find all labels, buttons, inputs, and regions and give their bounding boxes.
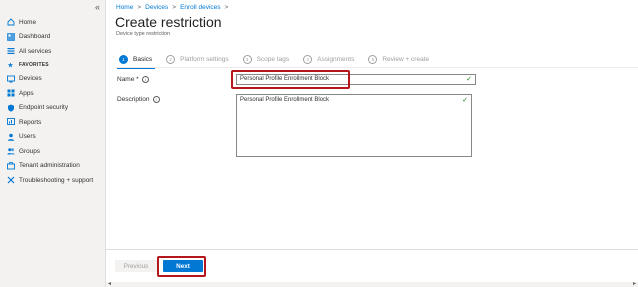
step-number: 4: [303, 55, 313, 64]
devices-icon: [6, 74, 15, 83]
sidebar-item-users[interactable]: Users: [0, 130, 105, 145]
main-content: Home > Devices > Enroll devices > Create rest…: [106, 0, 638, 287]
description-label-text: Description: [117, 96, 150, 104]
sidebar-item-all-services[interactable]: All services: [0, 44, 105, 59]
reports-icon: [6, 118, 15, 127]
tab-scope-tags[interactable]: 3 Scope tags: [242, 55, 290, 64]
horizontal-scrollbar[interactable]: ◂ ▸: [106, 280, 638, 287]
troubleshooting-icon: [6, 176, 15, 185]
tab-assignments[interactable]: 4 Assignments: [303, 55, 354, 64]
breadcrumb-devices[interactable]: Devices: [145, 4, 168, 11]
info-icon[interactable]: i: [141, 76, 149, 83]
breadcrumb-separator-icon: >: [224, 4, 229, 11]
page-subtitle: Device type restriction: [116, 31, 171, 37]
sidebar-item-label: Troubleshooting + support: [19, 176, 94, 184]
sidebar-item-endpoint-security[interactable]: Endpoint security: [0, 101, 105, 116]
previous-button[interactable]: Previous: [115, 260, 157, 272]
step-label: Assignments: [317, 56, 355, 63]
name-label-text: Name *: [117, 76, 139, 84]
checkmark-icon: ✓: [466, 76, 472, 83]
step-number: 3: [242, 55, 252, 64]
checkmark-icon: ✓: [462, 97, 468, 104]
all-services-icon: [6, 47, 15, 56]
sidebar-item-label: Devices: [19, 75, 42, 83]
sidebar: « Home Dashboard All services ★ FAVORITE…: [0, 0, 106, 287]
sidebar-section-favorites: ★ FAVORITES: [0, 59, 105, 72]
tab-basics[interactable]: 1 Basics: [116, 55, 156, 69]
sidebar-item-label: All services: [19, 47, 52, 55]
step-number: 5: [368, 55, 378, 64]
users-icon: [6, 132, 15, 141]
tab-review-create[interactable]: 5 Review + create: [368, 55, 429, 64]
sidebar-nav: Home Dashboard All services ★ FAVORITES …: [0, 15, 105, 188]
next-button-highlight: [157, 256, 206, 277]
sidebar-item-dashboard[interactable]: Dashboard: [0, 30, 105, 45]
step-label: Scope tags: [256, 56, 290, 63]
sidebar-item-tenant-administration[interactable]: Tenant administration: [0, 159, 105, 174]
description-field[interactable]: Personal Profile Enrollment Block ✓: [236, 94, 472, 157]
name-label: Name * i: [117, 76, 149, 83]
breadcrumb-separator-icon: >: [137, 4, 142, 11]
sidebar-item-label: Reports: [19, 118, 42, 126]
breadcrumb: Home > Devices > Enroll devices >: [116, 4, 232, 11]
dashboard-icon: [6, 32, 15, 41]
step-label: Review + create: [382, 56, 430, 63]
collapse-sidebar-icon[interactable]: «: [95, 2, 100, 12]
star-icon: ★: [7, 62, 14, 69]
sidebar-item-apps[interactable]: Apps: [0, 86, 105, 101]
sidebar-item-label: Tenant administration: [19, 162, 80, 170]
endpoint-security-icon: [6, 103, 15, 112]
sidebar-item-reports[interactable]: Reports: [0, 115, 105, 130]
step-label: Basics: [133, 56, 153, 63]
breadcrumb-separator-icon: >: [172, 4, 177, 11]
step-number: 1: [119, 55, 128, 64]
sidebar-item-label: Apps: [19, 89, 34, 97]
sidebar-item-groups[interactable]: Groups: [0, 144, 105, 159]
page-title: Create restriction: [115, 14, 222, 30]
breadcrumb-enroll-devices[interactable]: Enroll devices: [180, 4, 220, 11]
step-number: 2: [166, 55, 176, 64]
home-icon: [6, 18, 15, 27]
scroll-right-icon[interactable]: ▸: [633, 280, 636, 287]
name-field-highlight: [231, 70, 350, 89]
sidebar-section-label: FAVORITES: [19, 62, 49, 68]
sidebar-item-home[interactable]: Home: [0, 15, 105, 30]
sidebar-item-devices[interactable]: Devices: [0, 72, 105, 87]
breadcrumb-home[interactable]: Home: [116, 4, 133, 11]
apps-icon: [6, 89, 15, 98]
tab-platform-settings[interactable]: 2 Platform settings: [166, 55, 229, 64]
sidebar-item-label: Endpoint security: [19, 104, 69, 112]
scroll-left-icon[interactable]: ◂: [108, 280, 111, 287]
sidebar-item-label: Dashboard: [19, 33, 51, 41]
description-field-value: Personal Profile Enrollment Block: [240, 97, 330, 103]
tenant-admin-icon: [6, 161, 15, 170]
info-icon[interactable]: i: [152, 96, 160, 103]
step-label: Platform settings: [180, 56, 229, 63]
sidebar-item-label: Groups: [19, 147, 40, 155]
sidebar-item-label: Home: [19, 18, 37, 26]
groups-icon: [6, 147, 15, 156]
steps-divider: [116, 67, 638, 68]
footer-bar: Previous Next: [106, 249, 638, 283]
sidebar-item-troubleshooting[interactable]: Troubleshooting + support: [0, 173, 105, 188]
wizard-steps: 1 Basics 2 Platform settings 3 Scope tag…: [116, 55, 443, 69]
sidebar-item-label: Users: [19, 133, 36, 141]
description-label: Description i: [117, 96, 160, 103]
